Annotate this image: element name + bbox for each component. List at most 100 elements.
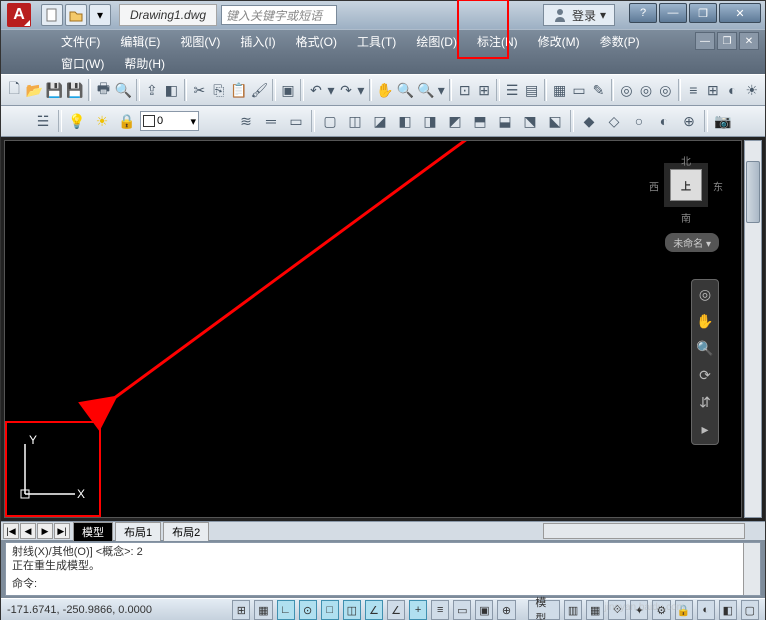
app-menu-icon[interactable]: A [7, 3, 31, 27]
viewcube-top[interactable]: 上 [670, 169, 702, 201]
menu-tools[interactable]: 工具(T) [347, 30, 406, 53]
qat-dropdown-icon[interactable]: ▾ [89, 4, 111, 26]
isolate-icon[interactable]: ◧ [719, 600, 737, 620]
3ddwf-icon[interactable]: ◧ [162, 78, 180, 102]
modelspace-button[interactable]: 模型 [528, 600, 560, 620]
zoom-drop-icon[interactable]: ▾ [436, 78, 445, 102]
nav-pan-icon[interactable]: ✋ [696, 313, 713, 330]
constraint3-icon[interactable]: ◎ [656, 78, 674, 102]
ws-switch-icon[interactable]: ⚙ [652, 600, 670, 620]
properties-icon[interactable]: ☰ [503, 78, 521, 102]
polar-toggle[interactable]: ⊙ [299, 600, 317, 620]
dyn-toggle[interactable]: + [409, 600, 427, 620]
layer-on-icon[interactable]: 💡 [65, 109, 89, 133]
zoom-prev-icon[interactable]: 🔍 [416, 78, 435, 102]
command-window[interactable]: 射线(X)/其他(O)] <概念>: 2 正在重生成模型。 命令: [5, 542, 761, 596]
document-tab[interactable]: Drawing1.dwg [119, 4, 217, 26]
mdi-min[interactable]: — [695, 32, 715, 50]
cut-icon[interactable]: ✂ [190, 78, 208, 102]
mdi-max[interactable]: ❐ [717, 32, 737, 50]
tab-layout1[interactable]: 布局1 [115, 522, 161, 541]
vs-xray-icon[interactable]: ⬕ [543, 109, 567, 133]
quickview-layouts[interactable]: ▥ [564, 600, 582, 620]
menu-insert[interactable]: 插入(I) [230, 30, 285, 53]
menu-dim[interactable]: 标注(N) [467, 30, 528, 53]
menu-help[interactable]: 帮助(H) [114, 52, 175, 75]
plot-icon[interactable]: 🖶 [94, 78, 112, 102]
menu-draw[interactable]: 绘图(D) [406, 30, 467, 53]
tab-model[interactable]: 模型 [73, 522, 113, 541]
zoom-rt-icon[interactable]: 🔍 [396, 78, 415, 102]
toolpalette-icon[interactable]: ▦ [550, 78, 568, 102]
layer-freeze-icon[interactable]: ☀ [90, 109, 114, 133]
lwt-toggle[interactable]: ≡ [431, 600, 449, 620]
menu-format[interactable]: 格式(O) [286, 30, 347, 53]
snap-toggle[interactable]: ⊞ [232, 600, 250, 620]
render5-icon[interactable]: ⊕ [677, 109, 701, 133]
xref-icon[interactable]: ⊞ [704, 78, 722, 102]
matchprop-icon[interactable]: 🖌 [250, 78, 270, 102]
cleanscreen-icon[interactable]: ▢ [741, 600, 759, 620]
layers-panel-icon[interactable]: ≡ [684, 78, 702, 102]
calculator-icon[interactable]: ▭ [570, 78, 588, 102]
login-button[interactable]: 登录 ▾ [543, 4, 615, 26]
tab-nav-last[interactable]: ▶| [54, 523, 70, 539]
vs-3dwire-icon[interactable]: ◫ [343, 109, 367, 133]
model-viewport[interactable]: 北 南 西 东 上 未命名 ▾ ◎ ✋ 🔍 ⟳ ⇵ ▸ [4, 140, 742, 518]
layer-lock-icon[interactable]: 🔒 [115, 109, 139, 133]
tab-layout2[interactable]: 布局2 [163, 522, 209, 541]
close-button[interactable]: ✕ [719, 3, 761, 23]
mdi-close[interactable]: ✕ [739, 32, 759, 50]
layer-combo[interactable]: 0 ▾ [140, 111, 199, 131]
search-input[interactable]: 键入关键字或短语 [221, 5, 337, 25]
annovis-icon[interactable]: ✦ [630, 600, 648, 620]
osnap-toggle[interactable]: □ [321, 600, 339, 620]
lineweight-icon[interactable]: ═ [259, 109, 283, 133]
vs-2dwire-icon[interactable]: ▢ [318, 109, 342, 133]
coordinates-readout[interactable]: -171.6741, -250.9866, 0.0000 [7, 604, 168, 616]
open-icon[interactable]: 📂 [24, 78, 43, 102]
hardware-accel-icon[interactable]: ◐ [697, 600, 715, 620]
nav-showmotion-icon[interactable]: ⇵ [699, 394, 711, 411]
undo-drop-icon[interactable]: ▾ [326, 78, 335, 102]
vs-shaded-icon[interactable]: ◩ [443, 109, 467, 133]
viewcube-south[interactable]: 南 [681, 210, 691, 225]
sheetset-icon[interactable]: ▤ [522, 78, 540, 102]
linetype-icon[interactable]: ≋ [234, 109, 258, 133]
scrollbar-thumb[interactable] [746, 161, 760, 223]
pan-icon[interactable]: ✋ [375, 78, 394, 102]
render-icon[interactable]: ◐ [723, 78, 741, 102]
zoom-window-icon[interactable]: ⊡ [455, 78, 473, 102]
saveas-icon[interactable]: 💾 [65, 78, 84, 102]
blockeditor-icon[interactable]: ▣ [279, 78, 297, 102]
tab-nav-first[interactable]: |◀ [3, 523, 19, 539]
grid-toggle[interactable]: ▦ [254, 600, 272, 620]
menu-param[interactable]: 参数(P) [590, 30, 650, 53]
vs-hidden-icon[interactable]: ◪ [368, 109, 392, 133]
render3-icon[interactable]: ○ [627, 109, 651, 133]
viewcube-west[interactable]: 西 [649, 179, 659, 194]
nav-zoom-icon[interactable]: 🔍 [696, 340, 713, 357]
sc-toggle[interactable]: ⊕ [497, 600, 515, 620]
qp-toggle[interactable]: ▣ [475, 600, 493, 620]
toolbar-lock-icon[interactable]: 🔒 [675, 600, 693, 620]
vs-sketchy-icon[interactable]: ⬔ [518, 109, 542, 133]
3dosnap-toggle[interactable]: ◫ [343, 600, 361, 620]
render4-icon[interactable]: ◐ [652, 109, 676, 133]
nav-more-icon[interactable]: ▸ [701, 421, 708, 438]
qat-open-icon[interactable] [65, 4, 87, 26]
menu-file[interactable]: 文件(F) [51, 30, 110, 53]
publish-icon[interactable]: ⇪ [143, 78, 161, 102]
layerprop-icon[interactable]: ☱ [31, 109, 55, 133]
nav-orbit-icon[interactable]: ⟳ [699, 367, 711, 384]
redo-drop-icon[interactable]: ▾ [356, 78, 365, 102]
viewcube-east[interactable]: 东 [713, 179, 723, 194]
minimize-button[interactable]: — [659, 3, 687, 23]
vs-conceptual-icon[interactable]: ◨ [418, 109, 442, 133]
maximize-button[interactable]: ❐ [689, 3, 717, 23]
tab-nav-prev[interactable]: ◀ [20, 523, 36, 539]
redo-icon[interactable]: ↷ [337, 78, 355, 102]
ortho-toggle[interactable]: ∟ [277, 600, 295, 620]
annoscale-icon[interactable]: ⟐ [608, 600, 626, 620]
paste-icon[interactable]: 📋 [229, 78, 248, 102]
